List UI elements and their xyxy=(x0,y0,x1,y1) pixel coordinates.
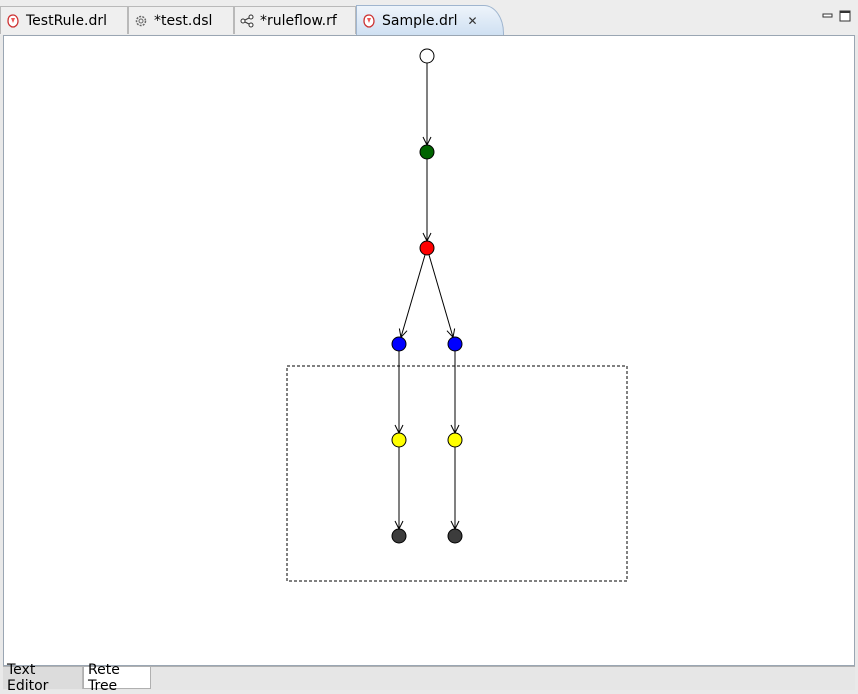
editor-tab-bar: TestRule.drl *test.dsl *ruleflow.rf Samp… xyxy=(0,0,858,35)
tab-label: *test.dsl xyxy=(154,12,213,29)
editor-bottom-tabs: Text Editor Rete Tree xyxy=(3,662,855,694)
rete-node-green[interactable] xyxy=(419,144,435,160)
tab-label: Rete Tree xyxy=(88,661,120,694)
rete-node-blue-right[interactable] xyxy=(447,336,463,352)
rete-node-red[interactable] xyxy=(419,240,435,256)
tab-testrule-drl[interactable]: TestRule.drl xyxy=(0,6,128,34)
tab-test-dsl[interactable]: *test.dsl xyxy=(128,6,234,34)
drl-file-icon xyxy=(7,13,19,28)
minimize-icon[interactable] xyxy=(822,10,834,22)
rete-node-terminal-right[interactable] xyxy=(447,528,463,544)
rete-node-root[interactable] xyxy=(419,48,435,64)
rete-node-blue-left[interactable] xyxy=(391,336,407,352)
rete-node-yellow-left[interactable] xyxy=(391,432,407,448)
tab-label: Text Editor xyxy=(7,662,49,694)
close-icon[interactable]: ✕ xyxy=(467,14,477,28)
rete-edge xyxy=(428,254,453,338)
tab-rete-tree[interactable]: Rete Tree xyxy=(83,662,151,694)
rete-node-yellow-right[interactable] xyxy=(447,432,463,448)
gear-icon xyxy=(135,15,147,26)
tab-label: TestRule.drl xyxy=(26,12,108,29)
tab-ruleflow-rf[interactable]: *ruleflow.rf xyxy=(234,6,356,34)
rete-tree-canvas[interactable] xyxy=(3,35,855,666)
ruleflow-icon xyxy=(240,14,254,27)
drl-file-icon xyxy=(363,13,375,28)
tab-label: *ruleflow.rf xyxy=(260,12,337,29)
selection-box xyxy=(286,365,628,582)
tab-sample-drl[interactable]: Sample.drl ✕ xyxy=(356,5,504,35)
rete-node-terminal-left[interactable] xyxy=(391,528,407,544)
maximize-icon[interactable] xyxy=(839,10,851,22)
tab-label: Sample.drl xyxy=(382,12,458,29)
rete-edge xyxy=(401,254,426,338)
rete-graph xyxy=(286,48,628,582)
tab-text-editor[interactable]: Text Editor xyxy=(3,662,83,694)
